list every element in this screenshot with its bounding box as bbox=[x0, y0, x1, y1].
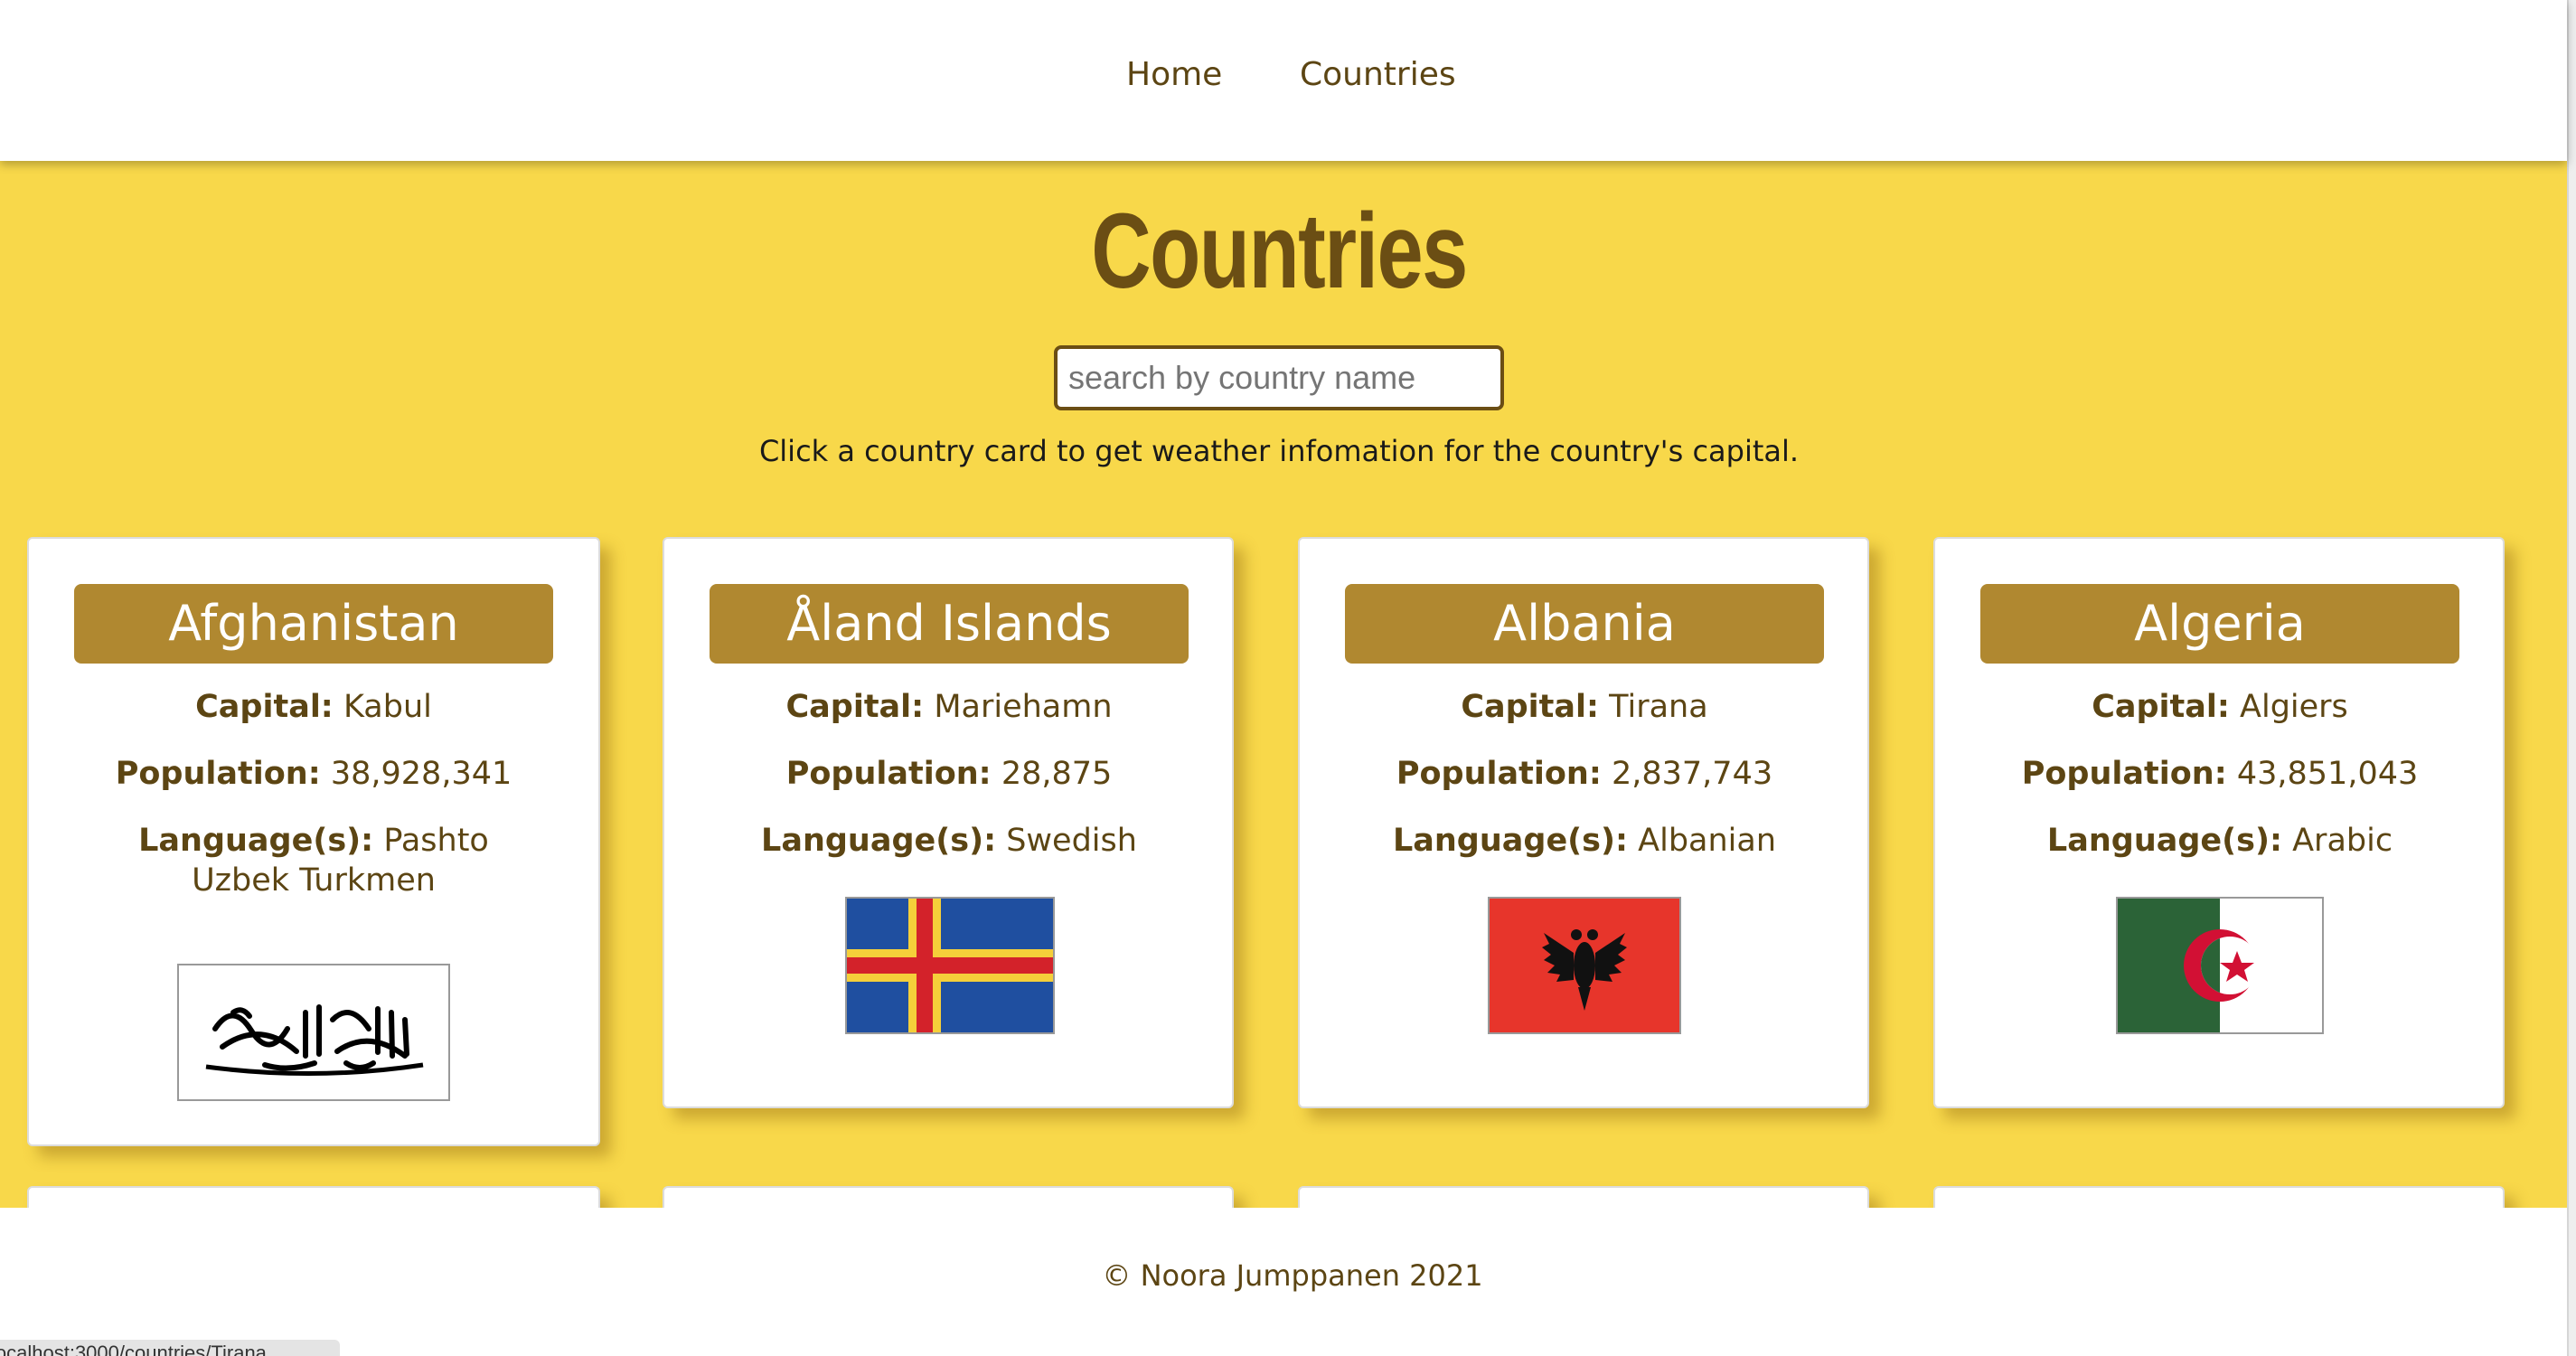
country-name: Albania bbox=[1345, 584, 1824, 664]
nav-countries-link[interactable]: Countries bbox=[1300, 56, 1456, 93]
country-name: Åland Islands bbox=[710, 584, 1189, 664]
navbar: Home Countries bbox=[0, 0, 2567, 161]
population-label: Population: bbox=[785, 756, 992, 792]
page-scrollbar[interactable] bbox=[2567, 0, 2576, 1356]
country-card-aland-islands[interactable]: Åland Islands Capital: Mariehamn Populat… bbox=[663, 537, 1234, 1108]
languages-value: Arabic bbox=[2292, 823, 2393, 859]
population-label: Population: bbox=[1396, 756, 1602, 792]
population-value: 2,837,743 bbox=[1611, 756, 1773, 792]
country-name: Algeria bbox=[1980, 584, 2459, 664]
capital-value: Algiers bbox=[2240, 689, 2348, 725]
languages-label: Language(s): bbox=[761, 823, 997, 859]
capital-line: Capital: Algiers bbox=[1971, 687, 2468, 727]
capital-value: Kabul bbox=[343, 689, 432, 725]
footer: © Noora Jumppanen 2021 bbox=[0, 1208, 2567, 1356]
population-value: 43,851,043 bbox=[2236, 756, 2419, 792]
capital-line: Capital: Tirana bbox=[1336, 687, 1833, 727]
country-name: Afghanistan bbox=[74, 584, 553, 664]
population-label: Population: bbox=[115, 756, 321, 792]
afghanistan-flag bbox=[177, 964, 450, 1101]
languages-value: Albanian bbox=[1638, 823, 1777, 859]
population-value: 38,928,341 bbox=[330, 756, 512, 792]
population-line: Population: 38,928,341 bbox=[65, 754, 562, 794]
copyright-text: © Noora Jumppanen 2021 bbox=[1102, 1258, 1483, 1293]
country-card-row2-3[interactable] bbox=[1298, 1186, 1869, 1208]
languages-label: Language(s): bbox=[1392, 823, 1629, 859]
algeria-flag bbox=[2116, 897, 2324, 1034]
shahada-script-icon bbox=[205, 1004, 424, 1076]
country-card-row2-4[interactable] bbox=[1933, 1186, 2505, 1208]
languages-line: Language(s): Albanian bbox=[1336, 821, 1833, 861]
main-content: Countries Click a country card to get we… bbox=[0, 161, 2567, 1208]
country-card-algeria[interactable]: Algeria Capital: Algiers Population: 43,… bbox=[1933, 537, 2505, 1108]
nav-home-link[interactable]: Home bbox=[1126, 56, 1222, 93]
population-line: Population: 43,851,043 bbox=[1971, 754, 2468, 794]
page-title: Countries bbox=[1091, 192, 1468, 311]
capital-label: Capital: bbox=[785, 689, 925, 725]
capital-line: Capital: Kabul bbox=[65, 687, 562, 727]
capital-line: Capital: Mariehamn bbox=[700, 687, 1198, 727]
capital-label: Capital: bbox=[2092, 689, 2230, 725]
aland-islands-flag bbox=[845, 897, 1055, 1034]
country-card-afghanistan[interactable]: Afghanistan Capital: Kabul Population: 3… bbox=[27, 537, 600, 1146]
country-card-row2-1[interactable] bbox=[27, 1186, 600, 1208]
search-input[interactable] bbox=[1054, 345, 1504, 410]
capital-value: Mariehamn bbox=[934, 689, 1113, 725]
population-line: Population: 28,875 bbox=[700, 754, 1198, 794]
languages-line: Language(s): Arabic bbox=[1971, 821, 2468, 861]
capital-value: Tirana bbox=[1609, 689, 1708, 725]
instruction-text: Click a country card to get weather info… bbox=[758, 434, 1800, 468]
population-value: 28,875 bbox=[1001, 756, 1113, 792]
population-line: Population: 2,837,743 bbox=[1336, 754, 1833, 794]
capital-label: Capital: bbox=[195, 689, 334, 725]
languages-line: Language(s): Swedish bbox=[700, 821, 1198, 861]
country-card-albania[interactable]: Albania Capital: Tirana Population: 2,83… bbox=[1298, 537, 1869, 1108]
languages-value: Swedish bbox=[1006, 823, 1137, 859]
capital-label: Capital: bbox=[1461, 689, 1600, 725]
languages-label: Language(s): bbox=[138, 823, 374, 859]
population-label: Population: bbox=[2021, 756, 2227, 792]
country-card-row2-2[interactable] bbox=[663, 1186, 1234, 1208]
languages-line: Language(s): Pashto Uzbek Turkmen bbox=[119, 821, 508, 900]
languages-label: Language(s): bbox=[2046, 823, 2282, 859]
status-bar-url: localhost:3000/countries/Tirana bbox=[0, 1340, 340, 1356]
albania-flag bbox=[1488, 897, 1681, 1034]
